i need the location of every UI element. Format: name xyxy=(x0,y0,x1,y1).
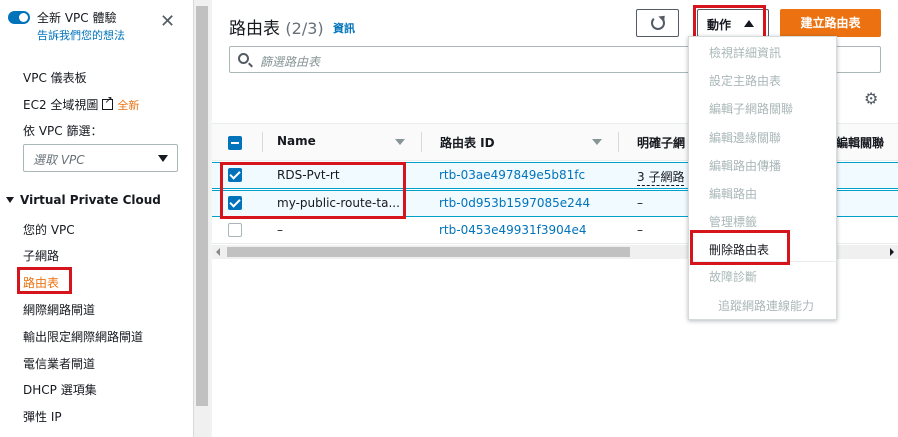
menu-item-manage-tags[interactable]: 管理標籤 xyxy=(709,213,757,230)
column-header-edge-associations[interactable]: 編輯關聯 xyxy=(836,134,884,151)
highlight-actions-button xyxy=(693,5,766,39)
info-link[interactable]: 資訊 xyxy=(333,22,355,35)
refresh-icon xyxy=(651,16,665,30)
sidebar-item-carrier-gateways[interactable]: 電信業者閘道 xyxy=(23,355,95,372)
row-route-table-id[interactable]: rtb-03ae497849e5b81fc xyxy=(439,168,585,182)
sidebar-item-your-vpcs[interactable]: 您的 VPC xyxy=(23,221,75,238)
row-explicit-subnet: – xyxy=(637,196,643,210)
caret-down-icon xyxy=(6,197,14,203)
row-name: – xyxy=(277,223,283,237)
scroll-right-icon[interactable] xyxy=(890,248,894,256)
search-placeholder: 篩選路由表 xyxy=(260,55,321,69)
close-icon[interactable]: ✕ xyxy=(160,13,175,31)
row-explicit-subnet: – xyxy=(637,223,643,237)
menu-item-edit-route-propagation[interactable]: 編輯路由傳播 xyxy=(709,157,781,174)
sidebar: 全新 VPC 體驗 告訴我們您的想法 ✕ VPC 儀表板 EC2 全域視圖 全新 … xyxy=(0,0,194,437)
column-header-explicit-subnet[interactable]: 明確子網 xyxy=(637,134,685,151)
new-experience-toggle[interactable] xyxy=(8,11,30,24)
column-divider xyxy=(618,132,619,152)
menu-item-set-main-route-table[interactable]: 設定主路由表 xyxy=(709,72,781,89)
highlight-delete-route-table xyxy=(690,230,790,265)
page-title: 路由表 (2/3) 資訊 xyxy=(229,19,356,39)
search-icon xyxy=(238,53,249,64)
menu-item-edit-routes[interactable]: 編輯路由 xyxy=(709,185,757,202)
sidebar-item-egress-only-igw[interactable]: 輸出限定網際網路閘道 xyxy=(23,328,143,345)
column-divider xyxy=(421,132,422,152)
row-route-table-id[interactable]: rtb-0d953b1597085e244 xyxy=(439,196,590,210)
sidebar-item-ec2-global[interactable]: EC2 全域視圖 全新 xyxy=(23,95,140,113)
sidebar-item-ec2-global-label: EC2 全域視圖 xyxy=(23,98,99,112)
create-route-table-button[interactable]: 建立路由表 xyxy=(780,9,881,37)
external-link-icon xyxy=(102,95,114,110)
highlight-route-tables xyxy=(17,267,72,294)
refresh-button[interactable] xyxy=(636,9,679,37)
row-route-table-id[interactable]: rtb-0453e49931f3904e4 xyxy=(439,223,586,237)
menu-item-view-details[interactable]: 檢視詳細資訊 xyxy=(709,44,781,61)
sidebar-item-subnets[interactable]: 子網路 xyxy=(23,247,59,264)
sidebar-item-dashboard[interactable]: VPC 儀表板 xyxy=(23,69,87,86)
menu-item-trace-network-connectivity[interactable]: 追蹤網路連線能力 xyxy=(718,297,814,314)
vpc-filter-placeholder: 選取 VPC xyxy=(33,153,85,167)
column-header-name[interactable]: Name xyxy=(277,134,316,148)
scroll-left-icon[interactable] xyxy=(216,248,220,256)
selection-count: (2/3) xyxy=(285,19,324,38)
app-root: 全新 VPC 體驗 告訴我們您的想法 ✕ VPC 儀表板 EC2 全域視圖 全新 … xyxy=(0,0,898,437)
column-header-route-table-id[interactable]: 路由表 ID xyxy=(440,134,495,151)
scrollbar-thumb[interactable] xyxy=(227,247,630,257)
gear-icon[interactable]: ⚙ xyxy=(864,89,878,108)
new-badge: 全新 xyxy=(117,99,140,112)
row-explicit-subnet[interactable]: 3 子網路 xyxy=(637,168,685,186)
feedback-link[interactable]: 告訴我們您的想法 xyxy=(37,27,125,43)
sort-icon[interactable] xyxy=(592,139,602,145)
chevron-down-icon xyxy=(158,155,168,162)
menu-item-edit-edge-associations[interactable]: 編輯邊緣關聯 xyxy=(709,129,781,146)
toggle-title: 全新 VPC 體驗 xyxy=(37,11,117,25)
actions-dropdown-menu: 檢視詳細資訊 設定主路由表 編輯子網路關聯 編輯邊緣關聯 編輯路由傳播 編輯路由… xyxy=(688,36,837,320)
vpc-filter-label: 依 VPC 篩選： xyxy=(23,124,103,138)
menu-item-edit-subnet-associations[interactable]: 編輯子網路關聯 xyxy=(709,100,793,117)
sidebar-scrollbar-thumb[interactable] xyxy=(196,6,208,406)
new-vpc-experience-toggle-row: 全新 VPC 體驗 告訴我們您的想法 xyxy=(8,9,125,43)
row-checkbox[interactable] xyxy=(228,223,242,237)
menu-item-troubleshoot[interactable]: 故障診斷 xyxy=(709,268,757,285)
section-virtual-private-cloud[interactable]: Virtual Private Cloud xyxy=(6,193,161,207)
vpc-filter-select[interactable]: 選取 VPC xyxy=(23,144,178,172)
sidebar-item-elastic-ips[interactable]: 彈性 IP xyxy=(23,408,62,425)
select-all-checkbox[interactable] xyxy=(228,136,242,150)
sort-icon[interactable] xyxy=(395,139,405,145)
column-divider xyxy=(262,132,263,152)
sidebar-item-dhcp-option-sets[interactable]: DHCP 選項集 xyxy=(23,381,97,398)
sidebar-item-internet-gateways[interactable]: 網際網路閘道 xyxy=(23,301,95,318)
highlight-selected-rows xyxy=(220,162,406,219)
